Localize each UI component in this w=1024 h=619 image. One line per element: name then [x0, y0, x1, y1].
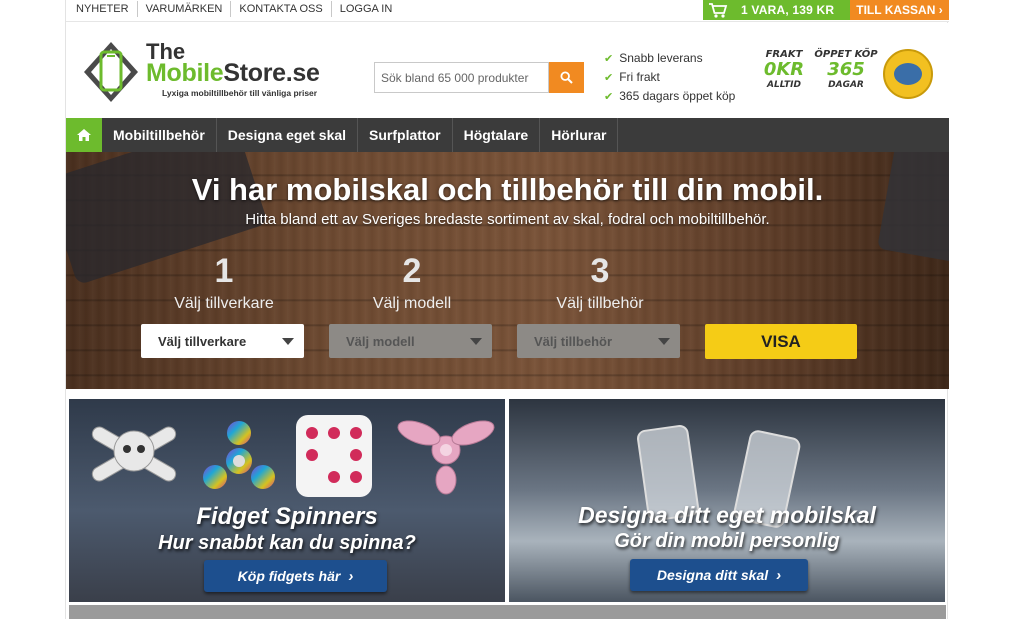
top-link-kontakta-oss[interactable]: KONTAKTA OSS	[230, 1, 330, 17]
usp-text: Snabb leverans	[619, 51, 703, 65]
fidget-cube-image	[296, 415, 372, 497]
visa-button[interactable]: VISA	[705, 324, 857, 359]
select-value: Välj modell	[346, 333, 415, 349]
badge-bottom: DAGAR	[828, 80, 864, 90]
banner-title: Fidget Spinners	[196, 503, 378, 530]
logo-store: Store.se	[223, 59, 320, 87]
hero-title: Vi har mobilskal och tillbehör till din …	[191, 172, 824, 207]
trygg-lock-icon	[894, 63, 922, 85]
select-accessory[interactable]: Välj tillbehör	[517, 324, 680, 358]
nav-item-hogtalare[interactable]: Högtalare	[453, 118, 541, 152]
design-case-button[interactable]: Designa ditt skal ›	[630, 559, 808, 591]
banner-title: Designa ditt eget mobilskal	[578, 502, 876, 528]
usp-item: ✔ 365 dagars öppet köp	[604, 87, 735, 105]
select-value: Välj tillbehör	[534, 333, 613, 349]
logo-mobile: Mobile	[146, 59, 224, 87]
badge-open-purchase: ÖPPET KÖP 365 DAGAR	[814, 49, 878, 90]
nav-item-surfplattor[interactable]: Surfplattor	[358, 118, 453, 152]
shopping-cart-icon	[707, 0, 729, 20]
top-link-logga-in[interactable]: LOGGA IN	[330, 1, 401, 17]
home-icon	[77, 129, 91, 141]
checkout-button[interactable]: TILL KASSAN ›	[850, 0, 949, 20]
logo-phone-icon	[84, 42, 138, 102]
check-icon: ✔	[604, 90, 614, 103]
banner-subtitle: Hur snabbt kan du spinna?	[158, 532, 416, 554]
usp-list: ✔ Snabb leverans ✔ Fri frakt ✔ 365 dagars ö…	[604, 49, 735, 106]
usp-item: ✔ Fri frakt	[604, 68, 735, 86]
step-number: 3	[590, 252, 610, 290]
nav-home-button[interactable]	[66, 118, 102, 152]
search-box	[374, 62, 584, 93]
step-number: 2	[402, 252, 422, 290]
step-label: Välj tillverkare	[174, 295, 274, 312]
site-container: NYHETER VARUMÄRKEN KONTAKTA OSS LOGGA IN…	[65, 0, 949, 619]
step-number: 1	[214, 252, 234, 290]
check-icon: ✔	[604, 52, 614, 65]
usp-text: 365 dagars öppet köp	[619, 89, 736, 103]
buy-fidgets-button[interactable]: Köp fidgets här ›	[204, 560, 387, 592]
check-icon: ✔	[604, 71, 614, 84]
design-case-banner[interactable]: Designa ditt eget mobilskal Gör din mobi…	[509, 399, 945, 602]
chevron-down-icon	[470, 338, 482, 345]
skull-spinner-image	[91, 426, 177, 482]
search-button[interactable]	[549, 62, 584, 93]
hero-banner: Vi har mobilskal och tillbehör till din …	[66, 152, 949, 389]
next-row-banners	[69, 605, 946, 619]
header: The MobileStore.se Lyxiga mobiltillbehör…	[66, 23, 949, 118]
chevron-right-icon: ›	[348, 567, 354, 585]
logo-tagline: Lyxiga mobiltillbehör till vänliga prise…	[162, 88, 318, 98]
badge-free-shipping: FRAKT 0KR ALLTID	[756, 49, 812, 90]
page: NYHETER VARUMÄRKEN KONTAKTA OSS LOGGA IN…	[0, 0, 1024, 619]
main-nav: Mobiltillbehör Designa eget skal Surfpla…	[66, 118, 949, 152]
top-bar: NYHETER VARUMÄRKEN KONTAKTA OSS LOGGA IN…	[66, 0, 949, 22]
nav-item-horlurar[interactable]: Hörlurar	[540, 118, 619, 152]
fidget-spinners-banner[interactable]: Fidget Spinners Hur snabbt kan du spinna…	[69, 399, 505, 602]
logo-wordmark: MobileStore.se	[146, 59, 320, 88]
banner-subtitle: Gör din mobil personlig	[614, 530, 840, 552]
top-link-varumarken[interactable]: VARUMÄRKEN	[136, 1, 231, 17]
cart-summary[interactable]: 1 VARA, 139 KR	[703, 0, 850, 20]
cart-text: 1 VARA, 139 KR	[741, 3, 835, 17]
search-icon	[560, 71, 573, 84]
button-label: Designa ditt skal	[656, 567, 769, 583]
badge-value: 365	[827, 59, 865, 80]
select-manufacturer[interactable]: Välj tillverkare	[141, 324, 304, 358]
usp-item: ✔ Snabb leverans	[604, 49, 735, 67]
trygg-ehandel-seal[interactable]	[883, 49, 933, 99]
select-model[interactable]: Välj modell	[329, 324, 492, 358]
rainbow-spinner-image	[203, 421, 275, 489]
logo[interactable]: The MobileStore.se Lyxiga mobiltillbehör…	[82, 39, 332, 105]
button-label: Köp fidgets här	[237, 568, 341, 584]
badge-bottom: ALLTID	[767, 80, 801, 90]
nav-item-mobiltillbehor[interactable]: Mobiltillbehör	[102, 118, 217, 152]
nav-item-designa-eget-skal[interactable]: Designa eget skal	[217, 118, 359, 152]
search-input[interactable]	[374, 62, 549, 93]
select-value: Välj tillverkare	[158, 333, 247, 349]
badge-value: 0KR	[763, 59, 805, 80]
top-link-nyheter[interactable]: NYHETER	[68, 1, 137, 17]
chevron-down-icon	[282, 338, 294, 345]
step-label: Välj modell	[372, 295, 452, 312]
pink-spinner-image	[397, 420, 495, 495]
chevron-right-icon: ›	[776, 566, 782, 584]
top-links: NYHETER VARUMÄRKEN KONTAKTA OSS LOGGA IN	[68, 0, 400, 18]
chevron-down-icon	[658, 338, 670, 345]
usp-text: Fri frakt	[619, 70, 660, 84]
step-label: Välj tillbehör	[556, 295, 644, 312]
hero-subtitle: Hitta bland ett av Sveriges bredaste sor…	[245, 211, 770, 228]
